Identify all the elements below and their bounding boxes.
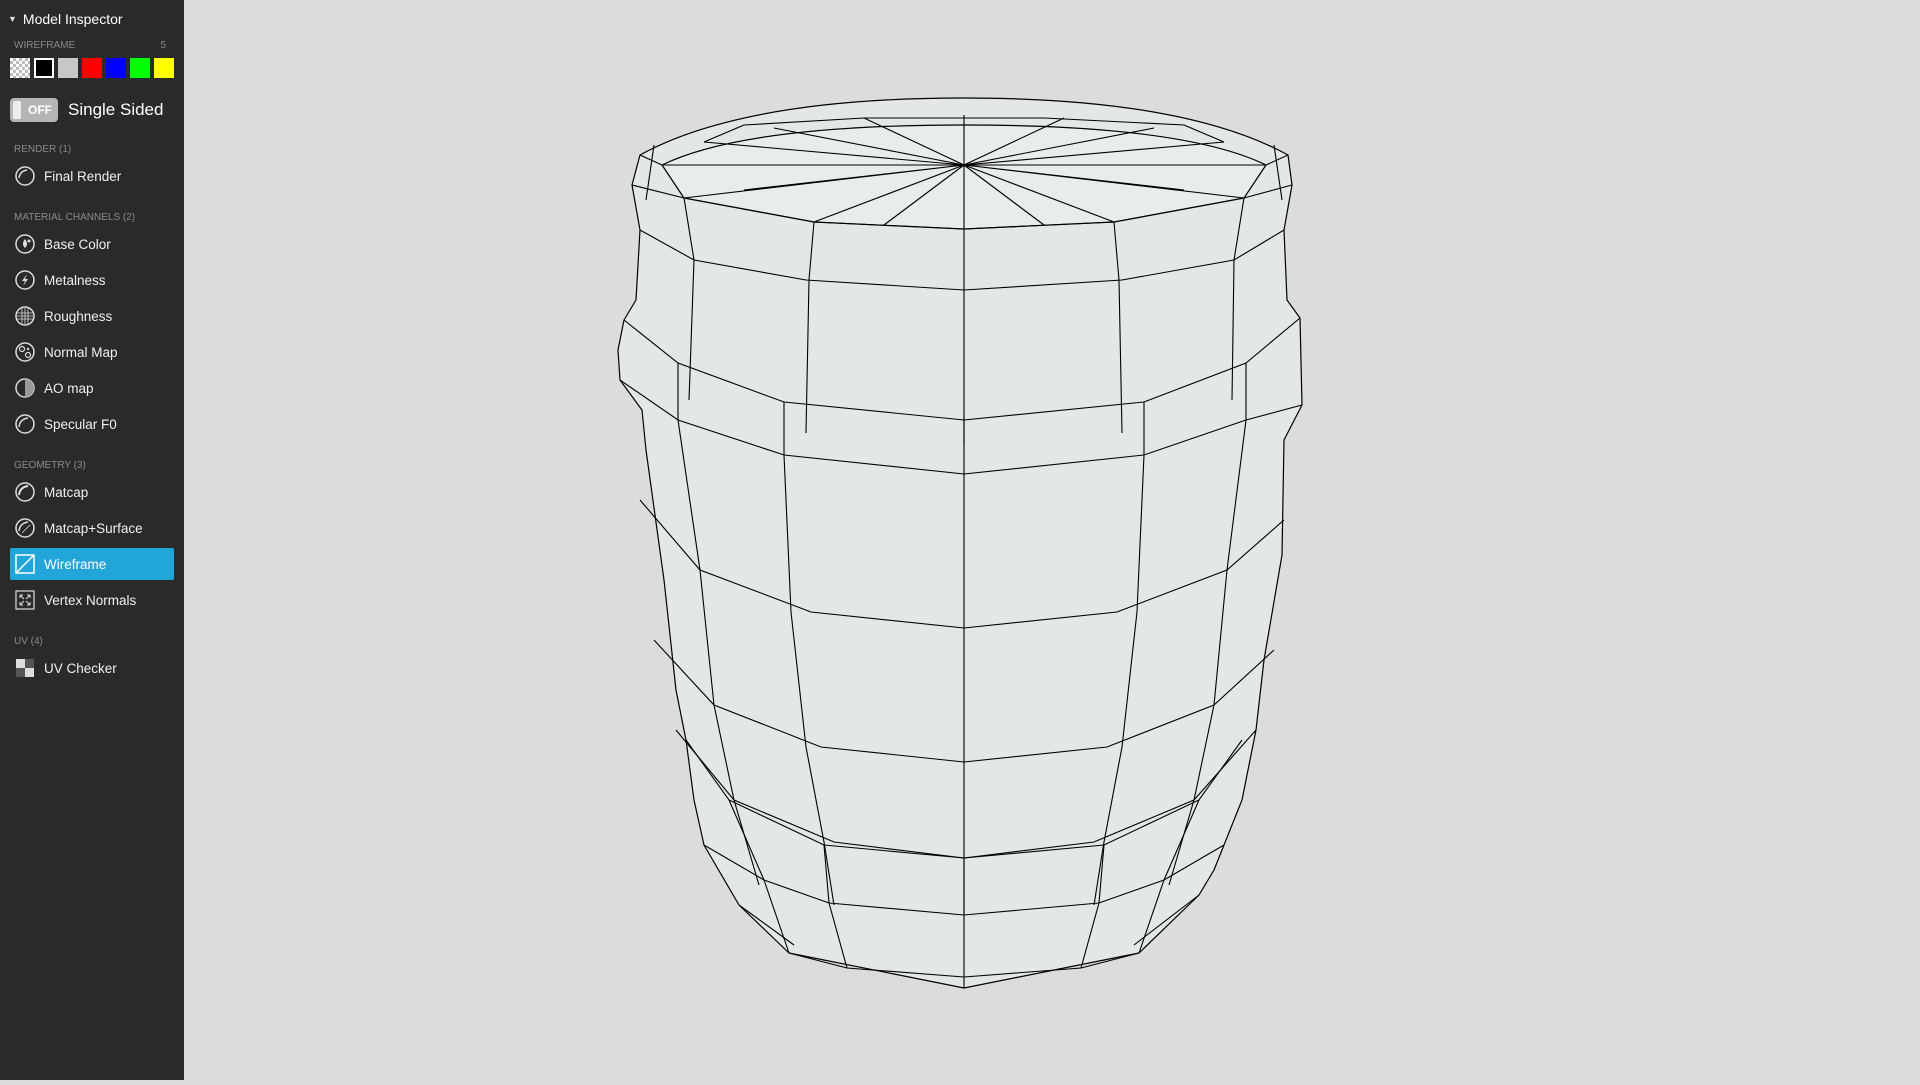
swatch-transparent[interactable] [10,58,30,78]
final-render-icon [14,165,36,187]
wireframe-section-header: WIREFRAME 5 [0,38,184,52]
uv-group: UV (4) UV Checker [0,634,184,684]
wireframe-value: 5 [160,39,166,51]
specular-icon [14,413,36,435]
toggle-knob [13,101,21,119]
uv-section-header: UV (4) [0,634,184,648]
single-sided-row: OFF Single Sided [0,78,184,124]
menu-item-label: Base Color [44,236,111,252]
render-section-header: RENDER (1) [0,142,184,156]
swatch-red[interactable] [82,58,102,78]
material-channels-group: MATERIAL CHANNELS (2) Base Color Metalne… [0,210,184,440]
3d-viewport[interactable] [184,0,1920,1080]
menu-item-label: Roughness [44,308,113,324]
metalness-icon [14,269,36,291]
collapse-caret-icon[interactable]: ▼ [8,14,17,24]
normal-map-icon [14,341,36,363]
menu-item-matcap[interactable]: Matcap [10,476,174,508]
swatch-yellow[interactable] [154,58,174,78]
menu-item-label: Vertex Normals [44,592,137,608]
menu-item-label: Matcap+Surface [44,520,143,536]
geometry-section-header: GEOMETRY (3) [0,458,184,472]
render-section-label: RENDER (1) [14,143,72,155]
base-color-icon [14,233,36,255]
render-group: RENDER (1) Final Render [0,142,184,192]
menu-item-base-color[interactable]: Base Color [10,228,174,260]
menu-item-label: Wireframe [44,556,107,572]
ao-map-icon [14,377,36,399]
menu-item-final-render[interactable]: Final Render [10,160,174,192]
menu-item-label: Matcap [44,484,89,500]
menu-item-label: Normal Map [44,344,118,360]
geometry-group: GEOMETRY (3) Matcap Matcap+Surface Wiref… [0,458,184,616]
single-sided-toggle[interactable]: OFF [10,98,58,122]
barrel-wireframe-model [617,97,1303,989]
wireframe-icon [14,553,36,575]
menu-item-label: Final Render [44,168,122,184]
menu-item-label: Metalness [44,272,106,288]
wireframe-color-swatches [0,52,184,78]
model-inspector-panel: ▼ Model Inspector WIREFRAME 5 OFF Single… [0,0,184,1080]
uv-checker-icon [14,657,36,679]
menu-item-vertex-normals[interactable]: Vertex Normals [10,584,174,616]
swatch-gray[interactable] [58,58,78,78]
matcap-surface-icon [14,517,36,539]
swatch-blue[interactable] [106,58,126,78]
menu-item-wireframe[interactable]: Wireframe [10,548,174,580]
model-inspector-header[interactable]: ▼ Model Inspector [0,0,184,38]
menu-item-uv-checker[interactable]: UV Checker [10,652,174,684]
material-channels-section-header: MATERIAL CHANNELS (2) [0,210,184,224]
vertex-normals-icon [14,589,36,611]
material-channels-section-label: MATERIAL CHANNELS (2) [14,211,136,223]
roughness-icon [14,305,36,327]
menu-item-label: UV Checker [44,660,117,676]
uv-section-label: UV (4) [14,635,43,647]
menu-item-ao-map[interactable]: AO map [10,372,174,404]
wireframe-label: WIREFRAME [14,39,76,51]
menu-item-specular-f0[interactable]: Specular F0 [10,408,174,440]
menu-item-label: AO map [44,380,94,396]
menu-item-metalness[interactable]: Metalness [10,264,174,296]
swatch-black[interactable] [34,58,54,78]
matcap-icon [14,481,36,503]
menu-item-matcap-surface[interactable]: Matcap+Surface [10,512,174,544]
menu-item-label: Specular F0 [44,416,117,432]
panel-title: Model Inspector [22,11,123,27]
menu-item-normal-map[interactable]: Normal Map [10,336,174,368]
menu-item-roughness[interactable]: Roughness [10,300,174,332]
toggle-state: OFF [28,103,52,117]
single-sided-label: Single Sided [68,100,164,119]
swatch-green[interactable] [130,58,150,78]
geometry-section-label: GEOMETRY (3) [14,459,86,471]
